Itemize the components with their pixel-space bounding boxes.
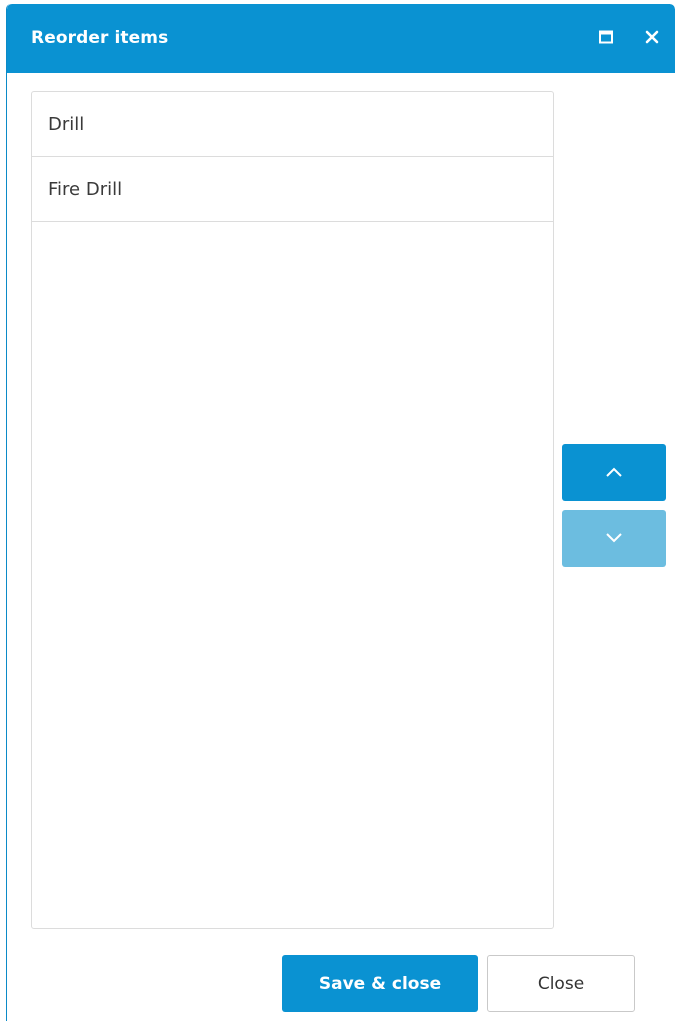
reorder-list[interactable]: Drill Fire Drill: [31, 91, 554, 929]
reorder-items-dialog: Reorder items Drill Fire Drill Save & cl…: [6, 4, 675, 1021]
dialog-titlebar: Reorder items: [7, 4, 675, 73]
list-item-label: Drill: [48, 113, 85, 135]
list-item[interactable]: Fire Drill: [32, 157, 553, 222]
move-up-button[interactable]: [562, 444, 666, 501]
dialog-title: Reorder items: [31, 28, 169, 48]
close-icon[interactable]: [641, 26, 663, 48]
maximize-icon[interactable]: [595, 26, 617, 48]
list-item[interactable]: Drill: [32, 92, 553, 157]
close-button[interactable]: Close: [487, 955, 635, 1012]
chevron-down-icon: [604, 529, 624, 548]
list-item-label: Fire Drill: [48, 178, 123, 200]
chevron-up-icon: [604, 463, 624, 482]
move-down-button[interactable]: [562, 510, 666, 567]
save-and-close-button[interactable]: Save & close: [282, 955, 478, 1012]
